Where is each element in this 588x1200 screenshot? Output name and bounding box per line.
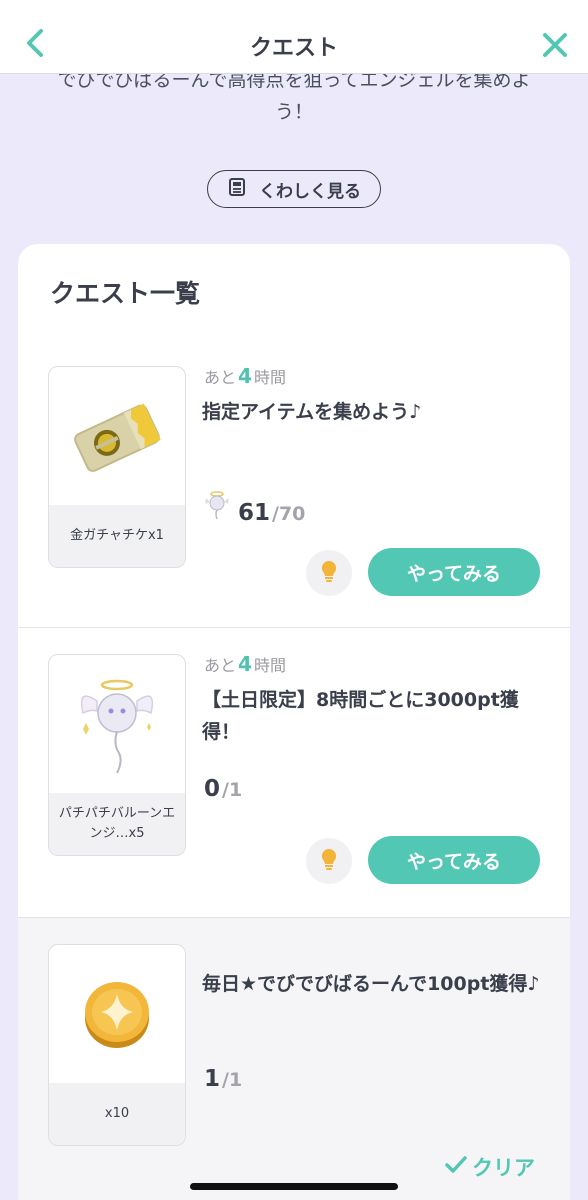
try-button[interactable]: やってみる [368, 836, 540, 884]
gold-coin-icon [49, 945, 185, 1083]
reward-box: 金ガチャチケx1 [48, 366, 186, 568]
quest-title: 【土日限定】8時間ごとに3000pt獲得！ [202, 689, 519, 743]
quest-progress: 61 /70 [204, 490, 305, 526]
progress-total: /1 [222, 779, 243, 801]
lightbulb-icon [319, 559, 339, 587]
gold-ticket-icon [49, 367, 185, 505]
document-icon [227, 177, 247, 202]
time-remaining: あと 4 時間 [204, 364, 286, 388]
page-title: クエスト [249, 36, 338, 61]
close-icon[interactable] [538, 28, 572, 62]
balloon-angel-icon [204, 490, 230, 524]
header-bar: クエスト [0, 0, 588, 74]
progress-current: 1 [204, 1066, 221, 1092]
angel-balloon-icon [49, 655, 185, 793]
cleared-label: クリア [472, 1156, 535, 1180]
quest-title: 指定アイテムを集めよう♪ [202, 401, 422, 423]
reward-label: パチパチバルーンエンジ…x5 [49, 793, 185, 855]
reward-box: パチパチバルーンエンジ…x5 [48, 654, 186, 856]
progress-total: /70 [272, 503, 306, 525]
reward-label: 金ガチャチケx1 [49, 505, 185, 567]
checkmark-icon [444, 1155, 468, 1180]
hint-button[interactable] [306, 550, 352, 596]
quest-progress: 1 /1 [204, 1066, 242, 1092]
quest-item: パチパチバルーンエンジ…x5 あと 4 時間 【土日限定】8時間ごとに3000pt獲… [18, 628, 570, 918]
quest-item: x10 毎日★でびでびばるーんで100pt獲得♪ 1 /1 クリア [18, 918, 570, 1200]
home-indicator [190, 1183, 398, 1190]
progress-current: 0 [204, 776, 221, 802]
quest-progress: 0 /1 [204, 776, 242, 802]
try-button[interactable]: やってみる [368, 548, 540, 596]
quest-item: 金ガチャチケx1 あと 4 時間 指定アイテムを集めよう♪ 61 /70 やって… [18, 340, 570, 628]
quest-title: 毎日★でびでびばるーんで100pt獲得♪ [202, 973, 540, 995]
time-remaining: あと 4 時間 [204, 652, 286, 676]
quest-list-title: クエスト一覧 [50, 279, 201, 308]
quest-list-card: クエスト一覧 金ガチャチケx1 あと 4 時間 指定アイテムを集めよう♪ 61 … [18, 244, 570, 1200]
reward-label: x10 [49, 1083, 185, 1145]
progress-total: /1 [222, 1069, 243, 1091]
lightbulb-icon [319, 847, 339, 875]
hint-button[interactable] [306, 838, 352, 884]
progress-current: 61 [238, 500, 271, 526]
cleared-status: クリア [444, 1152, 535, 1182]
detail-button-label: くわしく見る [259, 181, 361, 202]
detail-button[interactable]: くわしく見る [207, 170, 381, 208]
reward-box: x10 [48, 944, 186, 1146]
